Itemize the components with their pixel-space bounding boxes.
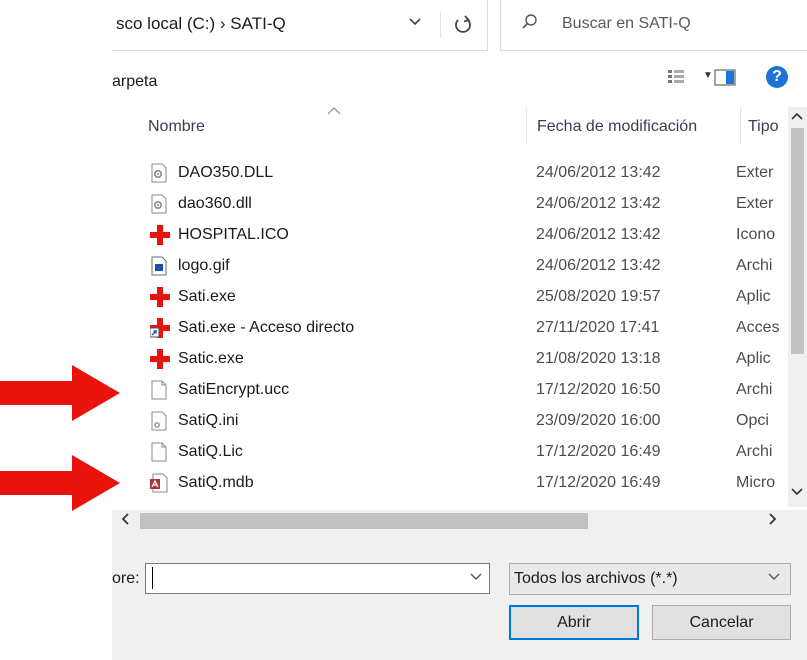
view-dropdown-icon[interactable]: ▼ (703, 70, 713, 81)
file-row[interactable]: DAO350.DLL 24/06/2012 13:42 Exter (112, 157, 788, 189)
blank-file-icon (150, 442, 168, 462)
file-row[interactable]: logo.gif 24/06/2012 13:42 Archi (112, 250, 788, 282)
file-type: Micro (736, 474, 776, 491)
dialog-footer (112, 532, 807, 660)
file-name: HOSPITAL.ICO (178, 226, 289, 243)
file-type: Archi (736, 381, 773, 398)
file-name: logo.gif (178, 257, 230, 274)
file-name: SatiEncrypt.ucc (178, 381, 290, 398)
file-type: Exter (736, 164, 774, 181)
file-date: 17/12/2020 16:49 (536, 474, 661, 491)
file-type: Archi (736, 443, 773, 460)
outside-background (0, 0, 112, 660)
column-header-name[interactable]: Nombre (148, 118, 205, 136)
file-name: Sati.exe - Acceso directo (178, 319, 355, 336)
view-options-icon[interactable] (667, 69, 685, 85)
red-cross-icon (150, 287, 170, 307)
file-date: 24/06/2012 13:42 (536, 257, 661, 274)
blank-file-icon (150, 380, 168, 400)
filename-input[interactable] (145, 563, 490, 594)
annotation-arrow-icon (0, 365, 122, 426)
red-cross-icon (150, 225, 170, 245)
file-date: 17/12/2020 16:50 (536, 381, 661, 398)
file-date: 27/11/2020 17:41 (536, 319, 660, 336)
file-date: 24/06/2012 13:42 (536, 226, 661, 243)
dll-icon (150, 194, 168, 214)
filename-label: ore: (112, 570, 140, 587)
file-row[interactable]: Satic.exe 21/08/2020 13:18 Aplic (112, 343, 788, 375)
file-date: 24/06/2012 13:42 (536, 195, 661, 212)
image-icon (150, 256, 168, 276)
new-folder-button[interactable]: arpeta (112, 73, 157, 91)
column-divider[interactable] (740, 107, 741, 143)
file-date: 23/09/2020 16:00 (536, 412, 661, 429)
filetype-chevron-icon[interactable] (768, 570, 780, 584)
horizontal-scroll-thumb[interactable] (140, 513, 588, 529)
file-type: Icono (736, 226, 776, 243)
dll-icon (150, 163, 168, 183)
scroll-up-icon[interactable] (790, 110, 804, 124)
file-type: Aplic (736, 288, 771, 305)
file-type: Acces (736, 319, 780, 336)
file-name: SatiQ.mdb (178, 474, 254, 491)
column-divider[interactable] (526, 107, 527, 143)
file-row[interactable]: Sati.exe 25/08/2020 19:57 Aplic (112, 281, 788, 313)
file-type: Archi (736, 257, 773, 274)
file-name: Sati.exe (178, 288, 236, 305)
shortcut-icon (149, 318, 170, 338)
access-db-icon (150, 473, 168, 493)
preview-pane-icon[interactable] (714, 69, 736, 86)
refresh-icon[interactable] (440, 12, 485, 38)
file-row[interactable]: SatiQ.mdb 17/12/2020 16:49 Micro (112, 467, 788, 499)
scroll-right-icon[interactable] (768, 512, 778, 529)
breadcrumb[interactable]: sco local (C:) › SATI-Q (116, 14, 286, 34)
scrollbar-corner (788, 510, 807, 532)
file-name: Satic.exe (178, 350, 244, 367)
sort-indicator-icon (327, 104, 341, 118)
filename-history-chevron-icon[interactable] (470, 570, 482, 584)
file-name: SatiQ.Lic (178, 443, 243, 460)
file-name: dao360.dll (178, 195, 252, 212)
search-input[interactable]: Buscar en SATI-Q (562, 15, 691, 33)
file-row[interactable]: dao360.dll 24/06/2012 13:42 Exter (112, 188, 788, 220)
text-caret (152, 567, 153, 589)
file-row[interactable]: SatiEncrypt.ucc 17/12/2020 16:50 Archi (112, 374, 788, 406)
file-type: Aplic (736, 350, 771, 367)
file-row[interactable]: HOSPITAL.ICO 24/06/2012 13:42 Icono (112, 219, 788, 251)
filetype-value: Todos los archivos (*.*) (514, 570, 678, 587)
column-header-date[interactable]: Fecha de modificación (537, 118, 697, 136)
file-type: Opci (736, 412, 769, 429)
file-list: DAO350.DLL 24/06/2012 13:42 Exter dao360.dl… (112, 150, 788, 505)
open-button[interactable]: Abrir (509, 605, 639, 640)
help-icon[interactable]: ? (766, 66, 788, 88)
file-date: 25/08/2020 19:57 (536, 288, 661, 305)
file-date: 24/06/2012 13:42 (536, 164, 661, 181)
file-name: SatiQ.ini (178, 412, 239, 429)
file-date: 17/12/2020 16:49 (536, 443, 661, 460)
file-row[interactable]: SatiQ.Lic 17/12/2020 16:49 Archi (112, 436, 788, 468)
column-header-type[interactable]: Tipo (748, 118, 779, 136)
red-cross-icon (150, 349, 170, 369)
file-date: 21/08/2020 13:18 (536, 350, 661, 367)
file-type: Exter (736, 195, 774, 212)
scroll-down-icon[interactable] (790, 486, 804, 500)
vertical-scroll-thumb[interactable] (791, 128, 804, 354)
cancel-button[interactable]: Cancelar (652, 605, 791, 640)
search-icon (522, 14, 537, 29)
address-history-chevron-icon[interactable] (408, 14, 422, 33)
annotation-arrow-icon (0, 455, 122, 516)
file-row[interactable]: SatiQ.ini 23/09/2020 16:00 Opci (112, 405, 788, 437)
file-name: DAO350.DLL (178, 164, 274, 181)
ini-icon (150, 411, 168, 431)
file-row[interactable]: Sati.exe - Acceso directo 27/11/2020 17:4… (112, 312, 788, 344)
